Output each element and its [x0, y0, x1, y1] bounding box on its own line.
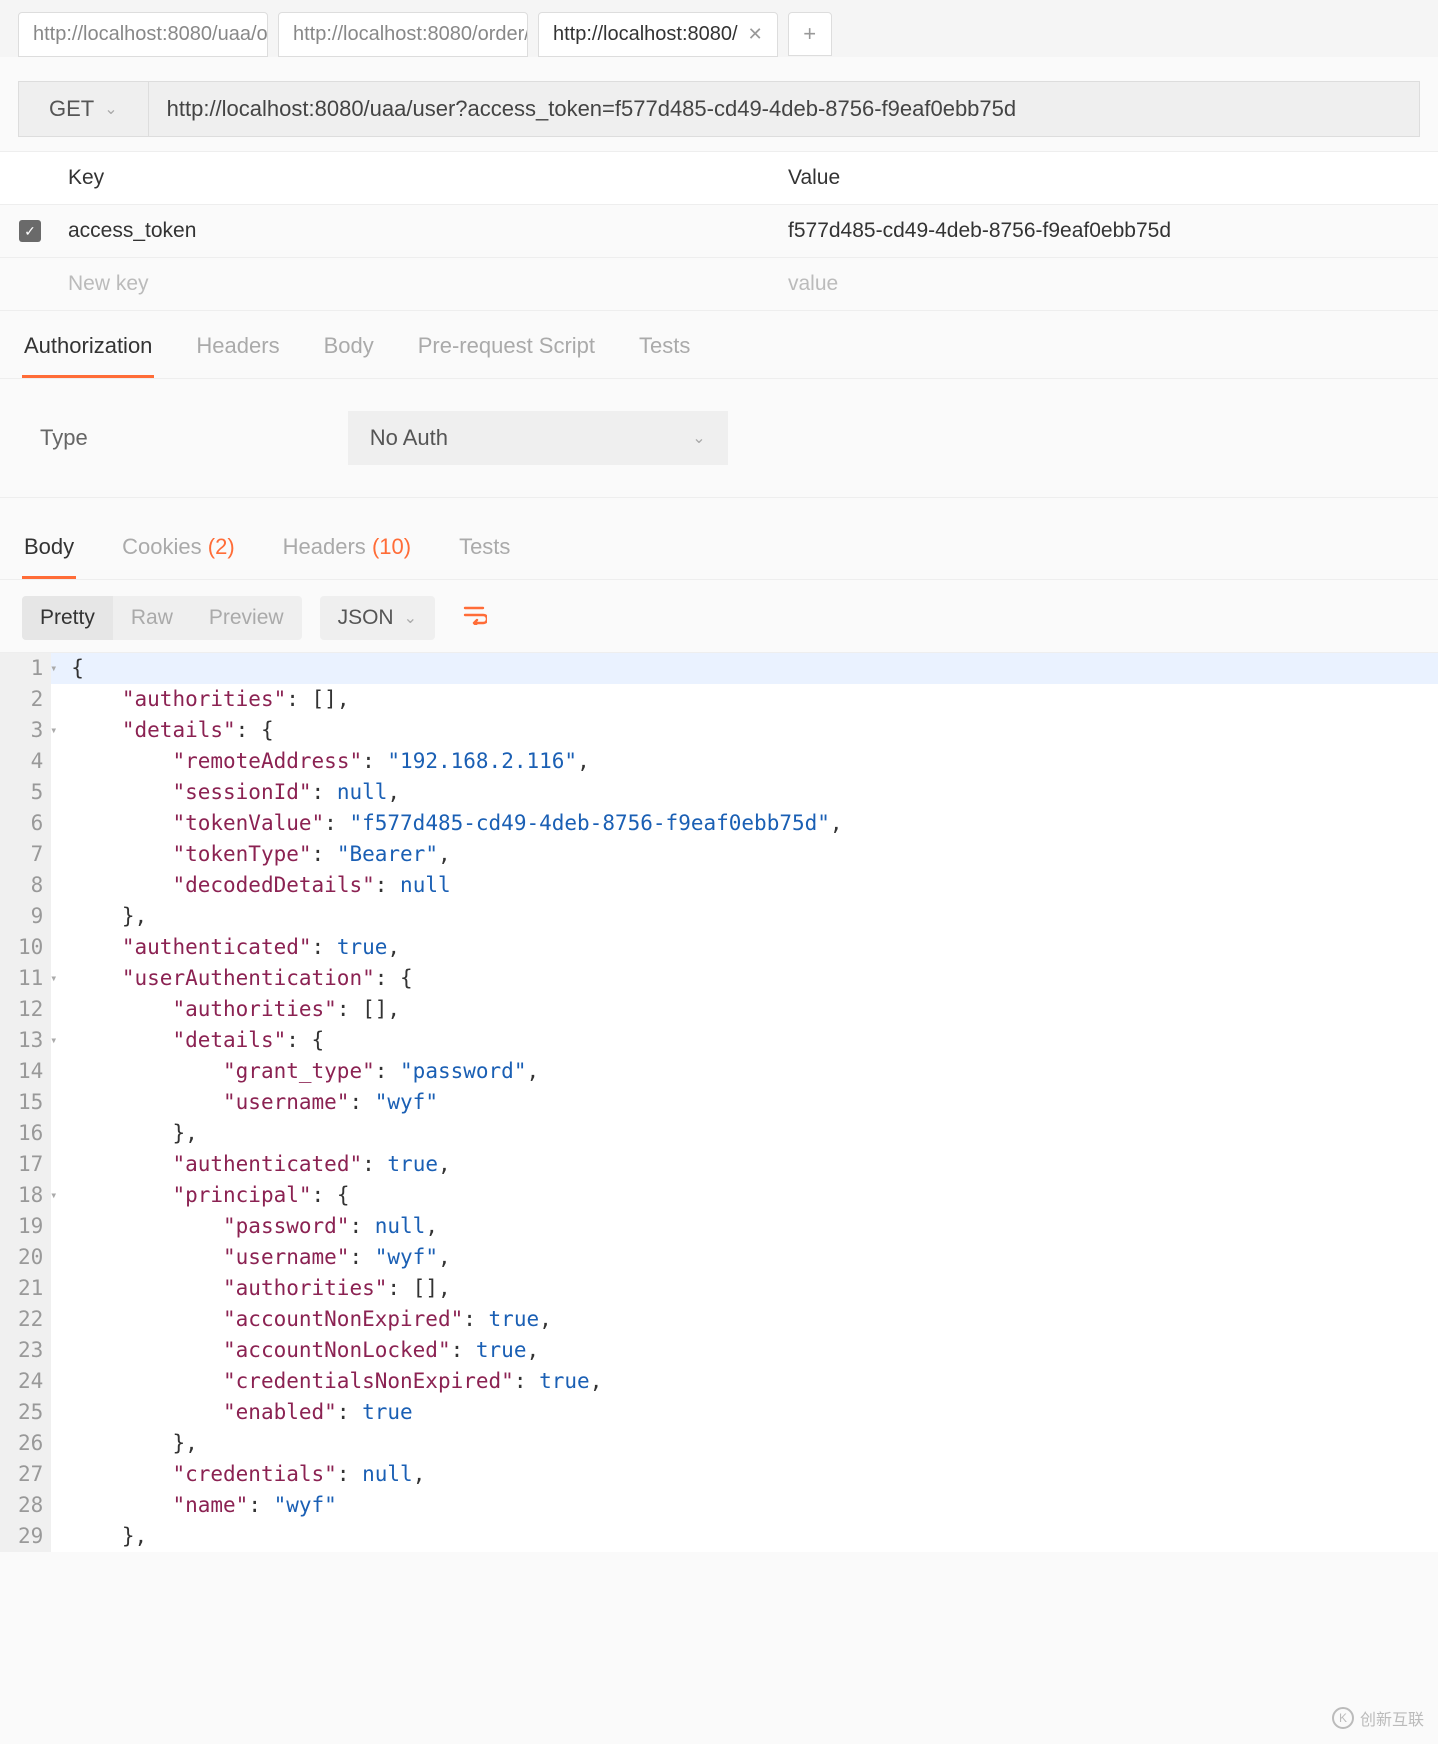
- close-icon[interactable]: ✕: [748, 24, 763, 45]
- tab-authorization[interactable]: Authorization: [22, 317, 154, 378]
- line-gutter: 1234567891011121314151617181920212223242…: [0, 653, 51, 1552]
- request-bar: GET ⌄ http://localhost:8080/uaa/user?acc…: [18, 81, 1420, 137]
- params-key-header: Key: [60, 152, 780, 204]
- http-method-select[interactable]: GET ⌄: [18, 81, 149, 137]
- request-tab[interactable]: http://localhost:8080/uaa/o: [18, 12, 268, 57]
- param-key-input[interactable]: access_token: [60, 205, 780, 257]
- tab-body[interactable]: Body: [322, 317, 376, 378]
- headers-count: (10): [372, 534, 411, 559]
- url-text: http://localhost:8080/uaa/user?access_to…: [167, 96, 1016, 121]
- logo-icon: K: [1332, 1707, 1354, 1729]
- new-tab-button[interactable]: +: [788, 12, 832, 56]
- request-tab[interactable]: http://localhost:8080/order/: [278, 12, 528, 57]
- tab-label: http://localhost:8080/uaa/o: [33, 23, 268, 46]
- tab-prerequest[interactable]: Pre-request Script: [416, 317, 597, 378]
- format-label: JSON: [338, 606, 394, 630]
- chevron-down-icon: ⌄: [404, 608, 417, 628]
- params-table: Key Value ✓ access_token f577d485-cd49-4…: [0, 151, 1438, 311]
- resp-tab-cookies[interactable]: Cookies (2): [120, 518, 237, 579]
- response-tabs: Body Cookies (2) Headers (10) Tests: [0, 518, 1438, 580]
- wrap-icon: [463, 605, 487, 625]
- watermark: K 创新互联: [1332, 1706, 1424, 1730]
- tab-label: http://localhost:8080/: [553, 23, 738, 46]
- cookies-count: (2): [208, 534, 235, 559]
- resp-tab-tests[interactable]: Tests: [457, 518, 512, 579]
- param-row: ✓ access_token f577d485-cd49-4deb-8756-f…: [0, 205, 1438, 258]
- auth-type-select[interactable]: No Auth ⌄: [348, 411, 728, 465]
- view-preview-button[interactable]: Preview: [191, 596, 302, 640]
- request-subtabs: Authorization Headers Body Pre-request S…: [0, 317, 1438, 379]
- request-tabs-bar: http://localhost:8080/uaa/o http://local…: [0, 0, 1438, 57]
- params-value-header: Value: [780, 152, 1438, 204]
- request-tab[interactable]: http://localhost:8080/ ✕: [538, 12, 778, 57]
- chevron-down-icon: ⌄: [104, 99, 117, 119]
- response-view-toolbar: Pretty Raw Preview JSON ⌄: [0, 580, 1438, 652]
- url-input[interactable]: http://localhost:8080/uaa/user?access_to…: [149, 81, 1420, 137]
- params-header-row: Key Value: [0, 152, 1438, 205]
- auth-selected-value: No Auth: [370, 425, 448, 451]
- response-code-area: 1234567891011121314151617181920212223242…: [0, 652, 1438, 1552]
- tab-tests[interactable]: Tests: [637, 317, 692, 378]
- chevron-down-icon: ⌄: [692, 428, 705, 448]
- http-method-label: GET: [49, 96, 94, 122]
- authorization-panel: Type No Auth ⌄: [0, 379, 1438, 498]
- view-pretty-button[interactable]: Pretty: [22, 596, 113, 640]
- view-mode-group: Pretty Raw Preview: [22, 596, 302, 640]
- wrap-lines-button[interactable]: [453, 598, 497, 638]
- param-value-input[interactable]: f577d485-cd49-4deb-8756-f9eaf0ebb75d: [780, 205, 1438, 257]
- param-checkbox[interactable]: ✓: [19, 220, 41, 242]
- param-value-input[interactable]: value: [780, 258, 1438, 310]
- auth-type-label: Type: [40, 425, 88, 451]
- tab-headers[interactable]: Headers: [194, 317, 281, 378]
- resp-tab-body[interactable]: Body: [22, 518, 76, 579]
- view-raw-button[interactable]: Raw: [113, 596, 191, 640]
- format-select[interactable]: JSON ⌄: [320, 596, 435, 640]
- tab-label: http://localhost:8080/order/: [293, 23, 528, 46]
- param-row-new: New key value: [0, 258, 1438, 310]
- param-key-input[interactable]: New key: [60, 258, 780, 310]
- resp-tab-headers[interactable]: Headers (10): [281, 518, 413, 579]
- response-body[interactable]: { "authorities": [], "details": { "remot…: [51, 653, 1438, 1552]
